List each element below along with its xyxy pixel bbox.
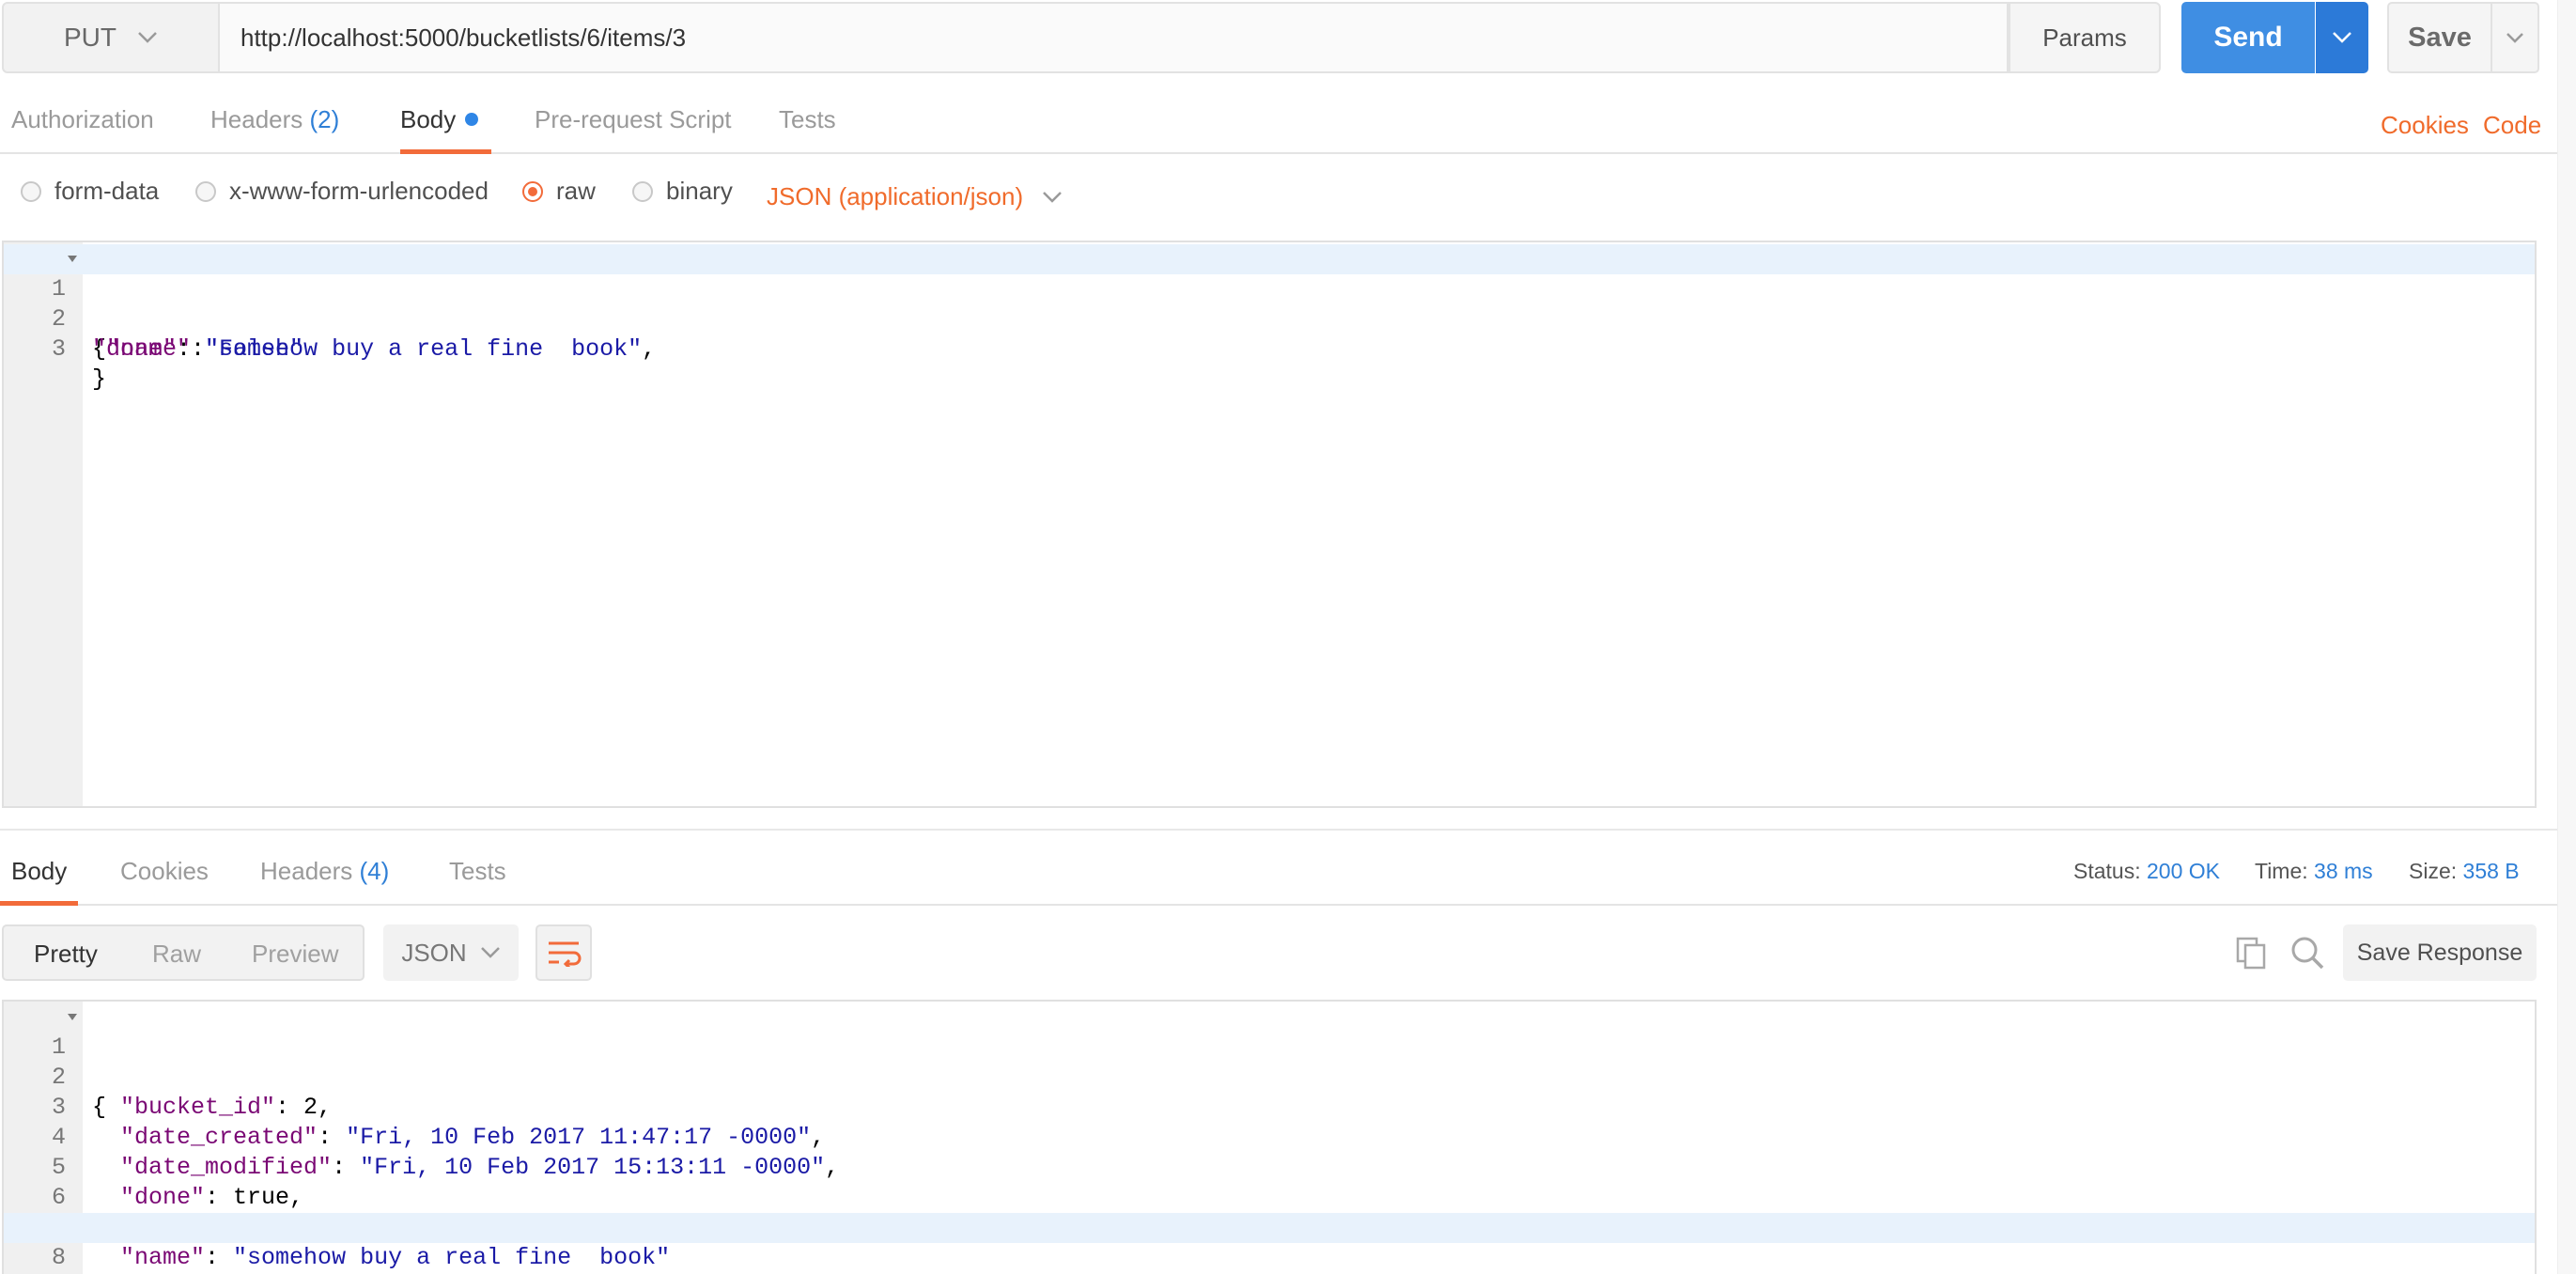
params-button[interactable]: Params [2009, 2, 2161, 73]
method-label: PUT [64, 23, 116, 52]
response-tab-cookies[interactable]: Cookies [120, 857, 209, 906]
chevron-down-icon [1043, 191, 1063, 203]
status-info: Status: 200 OK [2073, 859, 2220, 884]
search-button[interactable] [2287, 932, 2328, 973]
code-line: 1 { [4, 1002, 2535, 1121]
code-line: 1 {"name":"somehow buy a real fine book"… [4, 244, 2535, 363]
tab-label: Pre-request Script [535, 105, 732, 133]
radio-label: x-www-form-urlencoded [229, 177, 489, 205]
view-raw-button[interactable]: Raw [152, 940, 201, 969]
tab-body[interactable]: Body [400, 105, 492, 154]
send-button[interactable]: Send [2181, 2, 2315, 73]
response-toolbar: Pretty Raw Preview JSON Save Response [0, 924, 2557, 983]
tab-label: Headers [210, 105, 303, 133]
radio-circle-icon [21, 180, 41, 202]
radio-circle-icon [195, 180, 216, 202]
chevron-down-icon [2333, 32, 2351, 43]
time-label: Time: [2255, 859, 2308, 883]
radio-label: raw [556, 177, 596, 205]
code-line: 2 "done": "False" [4, 274, 2535, 363]
code-line: 3 } [4, 304, 2535, 393]
fold-arrow-icon[interactable] [68, 256, 77, 262]
tab-authorization[interactable]: Authorization [11, 105, 154, 154]
chevron-down-icon [2506, 33, 2523, 43]
view-pretty-button[interactable]: Pretty [34, 940, 98, 969]
status-value[interactable]: 200 OK [2147, 859, 2220, 883]
response-tab-headers[interactable]: Headers (4) [260, 857, 389, 906]
content-type-label: JSON (application/json) [767, 182, 1024, 210]
vertical-scrollbar[interactable] [2557, 0, 2576, 1274]
radio-form-data[interactable]: form-data [21, 177, 159, 206]
time-info: Time: 38 ms [2255, 859, 2373, 884]
response-tabs: Body Cookies Headers (4) Tests Status: 2… [0, 846, 2557, 906]
size-value[interactable]: 358 B [2463, 859, 2520, 883]
copy-button[interactable] [2230, 932, 2272, 973]
radio-selected-icon [522, 180, 543, 202]
tab-label: Body [400, 105, 457, 133]
tab-label: Cookies [120, 857, 209, 885]
radio-circle-icon [632, 180, 653, 202]
tab-label: Authorization [11, 105, 154, 133]
search-icon [2291, 937, 2324, 970]
radio-binary[interactable]: binary [632, 177, 733, 206]
code-line: 5 "done": true, [4, 1123, 2535, 1211]
response-tab-body[interactable]: Body [0, 857, 79, 906]
code-text: } [92, 365, 107, 393]
wrap-lines-icon [549, 941, 582, 967]
headers-count: (4) [359, 857, 390, 885]
tab-label: Headers [260, 857, 353, 885]
code-line: 3 "date_created": "Fri, 10 Feb 2017 11:4… [4, 1063, 2535, 1151]
radio-raw[interactable]: raw [522, 177, 596, 206]
request-url-bar: PUT http://localhost:5000/bucketlists/6/… [0, 0, 2576, 75]
method-select[interactable]: PUT [2, 2, 220, 73]
response-body-viewer[interactable]: 1 { 2 "bucket_id": 2, 3 "date_created": … [2, 1000, 2537, 1274]
size-info: Size: 358 B [2409, 859, 2520, 884]
response-tab-tests[interactable]: Tests [449, 857, 506, 906]
line-number: 8 [51, 1244, 66, 1271]
body-type-selector: form-data x-www-form-urlencoded raw bina… [0, 169, 1127, 216]
chevron-down-icon [480, 947, 500, 958]
view-preview-button[interactable]: Preview [252, 940, 338, 969]
pane-divider[interactable] [0, 829, 2557, 831]
code-text: "done": "False" [92, 335, 304, 363]
wrap-lines-button[interactable] [535, 924, 592, 981]
chevron-down-icon [138, 32, 157, 43]
line-number: 3 [51, 335, 66, 363]
modified-dot-icon [465, 113, 479, 126]
code-line: 2 "bucket_id": 2, [4, 1033, 2535, 1121]
code-link[interactable]: Code [2483, 111, 2541, 140]
tab-prerequest-script[interactable]: Pre-request Script [535, 105, 732, 154]
tab-tests[interactable]: Tests [779, 105, 836, 154]
tab-label: Body [11, 857, 68, 885]
copy-icon [2236, 937, 2266, 970]
save-options-button[interactable] [2492, 2, 2539, 73]
response-format-select[interactable]: JSON [383, 924, 519, 981]
format-label: JSON [401, 938, 467, 967]
radio-label: binary [666, 177, 733, 205]
time-value[interactable]: 38 ms [2314, 859, 2373, 883]
status-label: Status: [2073, 859, 2141, 883]
request-tabs: Authorization Headers (2) Body Pre-reque… [0, 94, 2557, 154]
size-label: Size: [2409, 859, 2458, 883]
send-options-button[interactable] [2316, 2, 2368, 73]
code-text: "name": "somehow buy a real fine book" [120, 1244, 671, 1271]
save-response-button[interactable]: Save Response [2343, 924, 2537, 981]
radio-label: form-data [54, 177, 160, 205]
tab-label: Tests [449, 857, 506, 885]
code-line: 7 "name": "somehow buy a real fine book" [4, 1183, 2535, 1271]
content-type-select[interactable]: JSON (application/json) [767, 182, 1063, 211]
tab-label: Tests [779, 105, 836, 133]
tab-headers[interactable]: Headers (2) [210, 105, 339, 154]
cookies-link[interactable]: Cookies [2381, 111, 2469, 140]
url-input[interactable]: http://localhost:5000/bucketlists/6/item… [220, 2, 2009, 73]
code-line: 8 } [4, 1213, 2535, 1271]
save-button[interactable]: Save [2387, 2, 2492, 73]
radio-urlencoded[interactable]: x-www-form-urlencoded [195, 177, 489, 206]
code-line: 4 "date_modified": "Fri, 10 Feb 2017 15:… [4, 1093, 2535, 1181]
fold-arrow-icon[interactable] [68, 1014, 77, 1020]
code-line: 6 "id": 3, [4, 1153, 2535, 1241]
headers-count: (2) [309, 105, 340, 133]
request-body-editor[interactable]: 1 {"name":"somehow buy a real fine book"… [2, 241, 2537, 808]
view-mode-group: Pretty Raw Preview [2, 924, 365, 981]
